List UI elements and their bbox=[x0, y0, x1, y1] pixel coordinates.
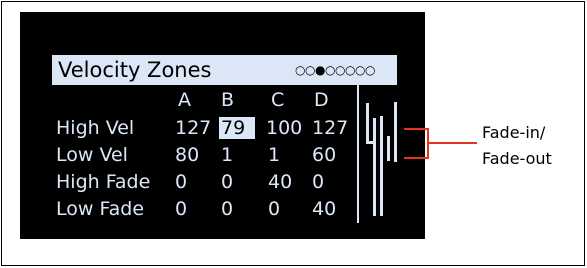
param-cell[interactable]: 0 bbox=[175, 198, 215, 220]
column-header-b: B bbox=[221, 89, 235, 111]
zone-bar-c bbox=[380, 116, 383, 216]
param-cell-selected[interactable]: 79 bbox=[219, 117, 255, 139]
param-cell[interactable]: 0 bbox=[221, 198, 261, 220]
row-label-low-fade: Low Fade bbox=[56, 198, 145, 220]
callout-label-line1: Fade-in/ bbox=[482, 123, 546, 142]
param-cell[interactable]: 80 bbox=[175, 144, 215, 166]
row-label-high-fade: High Fade bbox=[56, 171, 151, 193]
row-label-low-vel: Low Vel bbox=[56, 144, 128, 166]
param-cell[interactable]: 0 bbox=[268, 198, 308, 220]
param-cell[interactable]: 0 bbox=[175, 171, 215, 193]
param-cell[interactable]: 1 bbox=[221, 144, 261, 166]
param-cell[interactable]: 40 bbox=[268, 171, 308, 193]
param-cell[interactable]: 0 bbox=[221, 171, 261, 193]
param-cell[interactable]: 1 bbox=[268, 144, 308, 166]
column-header-c: C bbox=[271, 89, 285, 111]
zone-bar-c-upper bbox=[387, 136, 390, 161]
bracket-bottom bbox=[404, 157, 429, 159]
param-cell[interactable]: 127 bbox=[175, 117, 215, 139]
page-dot: ○ bbox=[345, 63, 356, 77]
column-header-d: D bbox=[314, 89, 329, 111]
zone-bar-a bbox=[366, 103, 369, 144]
page-dot: ○ bbox=[335, 63, 346, 77]
page-dot-current: ● bbox=[315, 63, 326, 77]
column-header-a: A bbox=[178, 89, 191, 111]
param-cell[interactable]: 40 bbox=[312, 198, 352, 220]
page-indicator: ○○●○○○○○ bbox=[295, 56, 375, 84]
page-dot: ○ bbox=[295, 63, 306, 77]
zone-bar-d bbox=[394, 102, 397, 162]
page-title: Velocity Zones bbox=[58, 58, 212, 82]
page-dot: ○ bbox=[365, 63, 376, 77]
zone-bar-b bbox=[373, 141, 376, 216]
page-dot: ○ bbox=[305, 63, 316, 77]
zone-bar-b-top bbox=[373, 118, 376, 141]
param-cell[interactable]: 127 bbox=[312, 117, 352, 139]
param-cell[interactable]: 0 bbox=[312, 171, 352, 193]
row-label-high-vel: High Vel bbox=[56, 117, 135, 139]
bracket-top bbox=[404, 128, 429, 130]
param-cell[interactable]: 60 bbox=[312, 144, 352, 166]
page-dot: ○ bbox=[325, 63, 336, 77]
callout-leader-line bbox=[429, 142, 477, 144]
callout-label-line2: Fade-out bbox=[482, 149, 552, 168]
zone-divider bbox=[357, 85, 359, 223]
param-cell[interactable]: 100 bbox=[266, 117, 306, 139]
page-dot: ○ bbox=[355, 63, 366, 77]
